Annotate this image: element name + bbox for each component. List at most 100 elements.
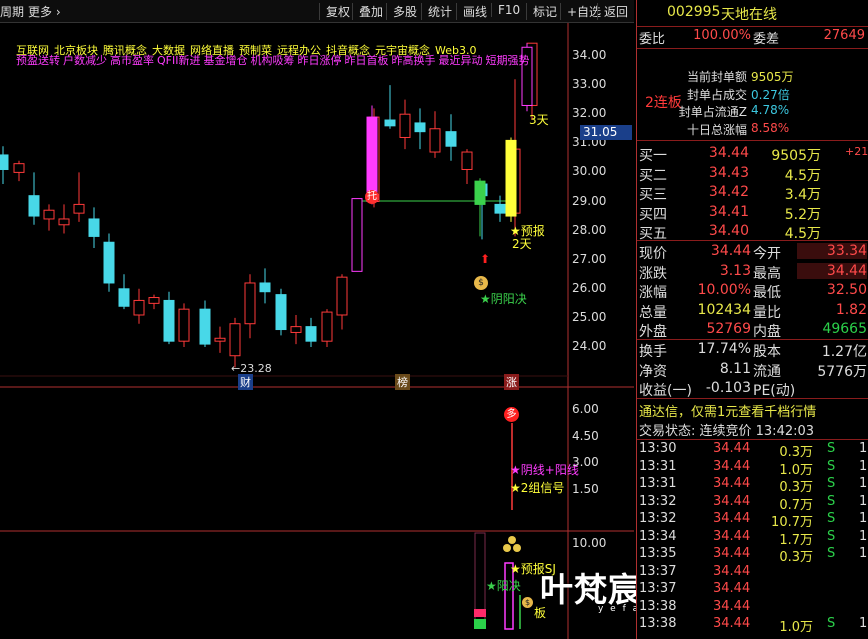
chevron-right-icon: › (55, 5, 61, 19)
indicator-bar (474, 619, 486, 629)
tick-count: 1 (859, 528, 868, 544)
stat-row: 涨幅 10.00% 最低 32.50 (637, 282, 868, 302)
stat-label: 外盘 (639, 324, 667, 340)
candlestick (118, 274, 130, 310)
bid-row[interactable]: 买三 34.42 3.4万 (637, 184, 868, 204)
candlestick (275, 288, 287, 336)
bid-row[interactable]: 买四 34.41 5.2万 (637, 204, 868, 224)
draw-line-button[interactable]: 画线 (456, 3, 487, 20)
f10-button[interactable]: F10 (491, 3, 520, 17)
yangjue-label: ★阳决 (486, 577, 521, 594)
candlestick (0, 146, 9, 185)
weicha-label: 委差 (753, 32, 780, 47)
concept-tag[interactable]: 户数减少 (63, 54, 107, 67)
weibi-label: 委比 (639, 32, 666, 47)
stat-label: 现价 (639, 246, 667, 262)
concept-tag[interactable]: QFII新进 (157, 54, 200, 67)
stat-label: 涨跌 (639, 265, 667, 282)
tick-price: 34.44 (713, 441, 751, 456)
candlestick (148, 294, 160, 310)
indicator1-axis-tick: 4.50 (572, 428, 599, 443)
stat-label: 今开 (753, 246, 781, 262)
more-button[interactable]: 更多 › (28, 3, 61, 20)
tick-volume: 0.3万 (779, 480, 813, 495)
concept-tag[interactable]: 预盈送转 (16, 54, 60, 67)
stat-label: 换手 (639, 344, 667, 360)
trade-status: 交易状态: 连续竞价 13:42:03 (639, 424, 815, 439)
stock-code: 002995 (667, 4, 721, 20)
candlestick (305, 317, 317, 347)
concept-tag[interactable]: 昨高换手 (391, 54, 435, 67)
signal-candle (474, 178, 486, 237)
indicator1-axis-tick: 6.00 (572, 402, 599, 416)
concept-tag[interactable]: 昨日首板 (344, 54, 388, 67)
restore-rights-button[interactable]: 复权 (319, 3, 350, 20)
candlestick (259, 268, 271, 304)
tick-volume: 0.7万 (779, 497, 813, 513)
bid-row[interactable]: 买二 34.43 4.5万 (637, 165, 868, 185)
candlestick (73, 172, 85, 222)
tick-side: S (827, 476, 836, 491)
candlestick (163, 291, 175, 345)
list-marker[interactable]: 榜 (395, 374, 410, 390)
price-axis-tick: 27.00 (572, 251, 607, 266)
candlestick (13, 160, 25, 182)
tick-time: 13:32 (639, 493, 677, 509)
candlestick (384, 85, 396, 129)
mark-button[interactable]: 标记 (526, 3, 557, 20)
bid-volume: 3.4万 (784, 187, 821, 203)
candlestick (244, 274, 256, 339)
stat-value: 34.44 (710, 243, 751, 259)
stat-label: 最高 (753, 265, 781, 282)
stat-value: 1.82 (835, 301, 867, 318)
period-button[interactable]: 周期 (0, 3, 24, 20)
price-axis-tick: 34.00 (572, 48, 607, 62)
tick-time: 13:34 (639, 528, 677, 544)
stat-label: 收益(一) (639, 383, 692, 399)
tick-price: 34.44 (713, 528, 751, 544)
tick-side: S (827, 616, 836, 631)
back-button[interactable]: 返回 (597, 3, 628, 20)
price-axis-tick: 29.00 (572, 193, 607, 208)
tick-time: 13:32 (639, 511, 677, 526)
indicator-bar (474, 609, 486, 617)
concept-tag[interactable]: 昨日涨停 (297, 54, 341, 67)
bid-row[interactable]: 买一 34.44 9505万 +21 (637, 145, 868, 165)
tick-price: 34.44 (713, 511, 751, 526)
concept-tag[interactable]: 最近异动 (438, 54, 482, 67)
bid-price: 34.43 (708, 164, 749, 181)
price-axis-tick: 33.00 (572, 77, 607, 92)
concept-tag[interactable]: 短期强势 (485, 54, 529, 67)
level2-notice-link[interactable]: 通达信，仅需1元查看千档行情 (639, 401, 816, 420)
limit-up-marker[interactable]: 涨 (504, 374, 519, 390)
indicator-dot (513, 544, 521, 552)
candlestick (178, 303, 190, 347)
seal-row-value: 0.27倍 (751, 87, 790, 102)
stat-label: 股本 (753, 344, 781, 360)
bid-label: 买四 (639, 206, 667, 223)
price-axis-tick: 28.00 (572, 222, 607, 237)
price-axis-tick: 32.00 (572, 106, 607, 121)
tick-count: 1 (859, 546, 868, 561)
tick-volume: 1.0万 (779, 462, 813, 478)
tuo-marker: 托 (365, 190, 379, 204)
stat-label: 流通 (753, 363, 781, 380)
concept-tag[interactable]: 基金增仓 (203, 54, 247, 67)
tick-price: 34.44 (713, 546, 751, 561)
overlay-button[interactable]: 叠加 (352, 3, 383, 20)
stat-value: 49665 (822, 321, 867, 337)
quote-panel: 002995 天地在线 委比 100.00% 委差 27649 2连板 当前封单… (636, 0, 868, 639)
multi-stock-button[interactable]: 多股 (386, 3, 417, 20)
concept-tag[interactable]: 高市盈率 (110, 54, 154, 67)
finance-marker[interactable]: 财 (238, 374, 253, 390)
yinyang-text: 阴阳决 (490, 292, 527, 306)
statistics-button[interactable]: 统计 (421, 3, 452, 20)
tick-side: S (827, 493, 836, 509)
tick-volume: 1.7万 (779, 532, 813, 548)
stat-value: 8.11 (719, 360, 751, 377)
concept-tag[interactable]: 机构吸筹 (250, 54, 294, 67)
stat-row: 现价 34.44 今开 33.34 (637, 243, 868, 263)
star-icon: ★ (510, 481, 521, 495)
add-watchlist-button[interactable]: +自选 (560, 3, 601, 20)
price-axis-tick: 24.00 (572, 339, 607, 353)
